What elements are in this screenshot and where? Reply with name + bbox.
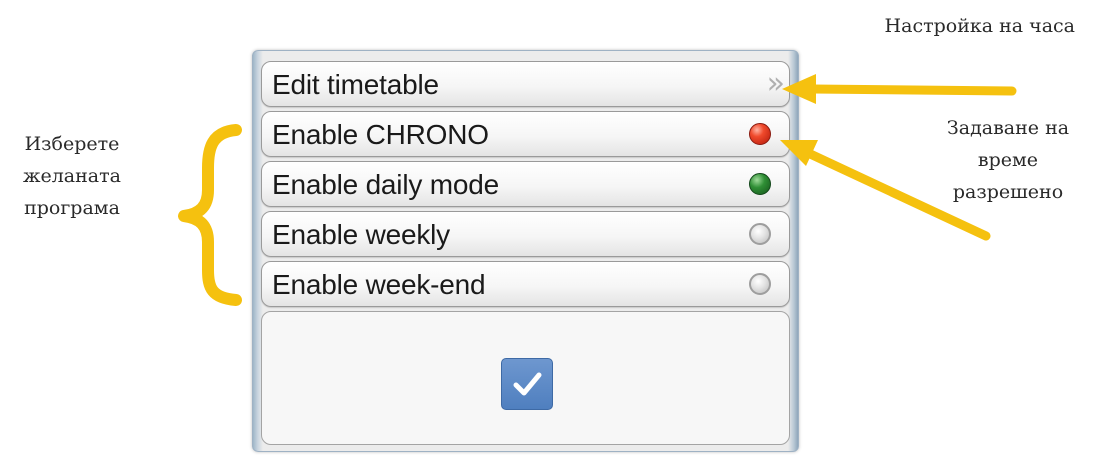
annotation-clock-setting: Настройка на часа (884, 15, 1075, 37)
annotation-graphics (178, 74, 1017, 306)
annotation-line: Изберете (24, 133, 120, 155)
annotation-line: програма (24, 197, 120, 219)
annotation-timing-enabled: Задаване на време разрешено (918, 112, 1098, 208)
curly-brace-icon (178, 124, 242, 306)
annotation-line: разрешено (952, 181, 1064, 203)
arrow-to-edit-timetable (782, 74, 1017, 104)
annotation-line: желаната (23, 165, 121, 187)
annotation-select-program: Изберете желаната програма (2, 128, 142, 224)
annotation-line: време (977, 149, 1039, 171)
annotation-line: Задаване на (946, 117, 1070, 139)
